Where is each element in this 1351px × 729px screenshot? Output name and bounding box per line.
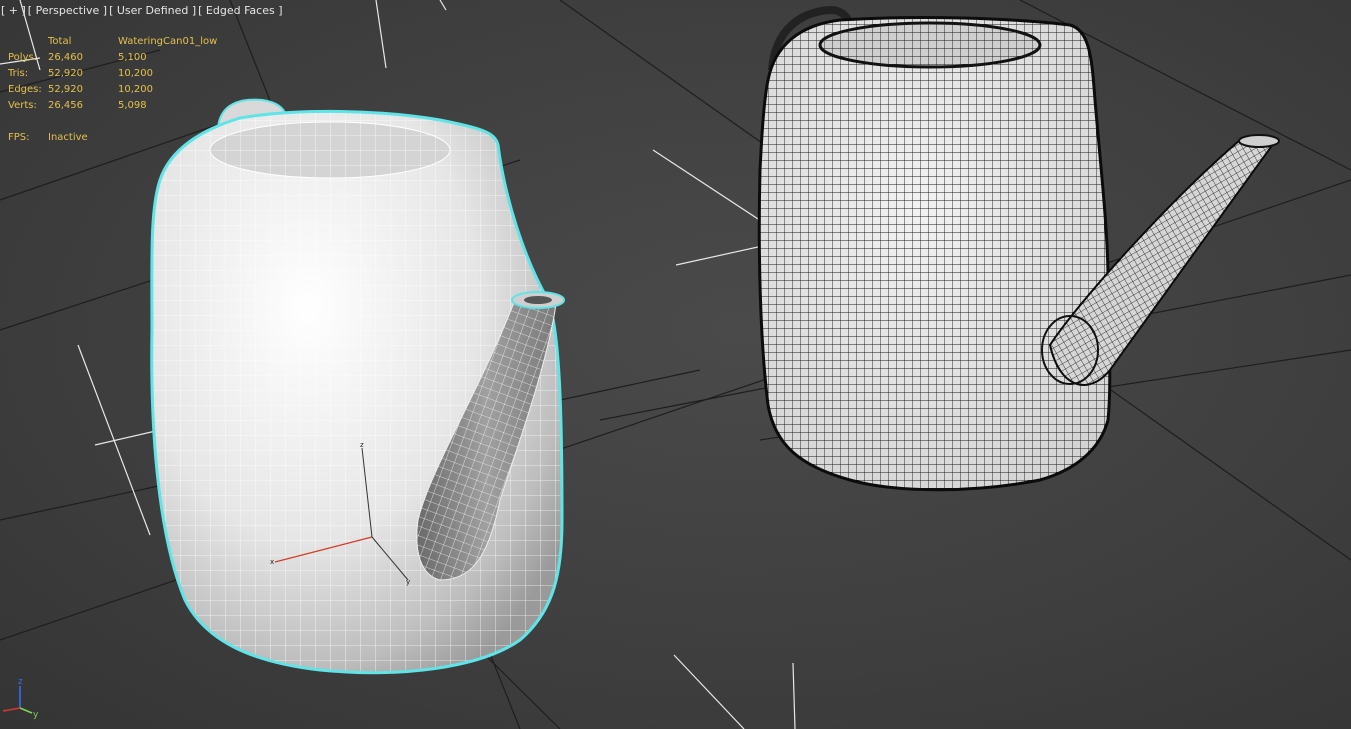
stats-total: 52,920 — [48, 68, 83, 79]
watering-can-right[interactable] — [740, 0, 1280, 520]
pivot-x-label: x — [270, 558, 274, 566]
viewport-shading-menu[interactable]: [ Edged Faces ] — [197, 4, 283, 17]
stats-label: Tris: — [8, 68, 29, 79]
stats-header-row: Total WateringCan01_low — [8, 34, 228, 50]
world-z-label: z — [18, 677, 23, 687]
stats-label: Polys: — [8, 52, 38, 63]
pivot-z-label: z — [360, 441, 364, 449]
stats-header-total: Total — [48, 36, 72, 47]
stats-label: Edges: — [8, 84, 42, 95]
perspective-viewport[interactable]: x z y z y [ + ] [ Perspective ] [ User D… — [0, 0, 1351, 729]
stats-row-fps: FPS: Inactive — [8, 130, 228, 146]
fps-value: Inactive — [48, 132, 88, 143]
viewport-point-of-view-menu[interactable]: [ Perspective ] — [27, 4, 108, 17]
viewport-statistics: Total WateringCan01_low Polys: 26,460 5,… — [8, 34, 228, 146]
stats-label: Verts: — [8, 100, 37, 111]
watering-can-left-selected[interactable]: x z y — [140, 98, 580, 690]
stats-object: 10,200 — [118, 84, 153, 95]
stats-object: 5,098 — [118, 100, 147, 111]
stats-row-verts: Verts: 26,456 5,098 — [8, 98, 228, 114]
viewport-camera-menu[interactable]: [ User Defined ] — [108, 4, 197, 17]
viewport-label-bar: [ + ] [ Perspective ] [ User Defined ] [… — [0, 2, 283, 18]
pivot-y-label: y — [406, 578, 410, 586]
stats-object: 10,200 — [118, 68, 153, 79]
stats-total: 26,456 — [48, 100, 83, 111]
world-axis-tripod: z y — [2, 677, 39, 720]
fps-label: FPS: — [8, 132, 30, 143]
stats-total: 52,920 — [48, 84, 83, 95]
stats-total: 26,460 — [48, 52, 83, 63]
stats-row-polys: Polys: 26,460 5,100 — [8, 50, 228, 66]
stats-header-object: WateringCan01_low — [118, 36, 218, 47]
world-y-label: y — [33, 710, 39, 720]
stats-row-edges: Edges: 52,920 10,200 — [8, 82, 228, 98]
viewport-general-menu[interactable]: [ + ] — [0, 4, 27, 17]
stats-object: 5,100 — [118, 52, 147, 63]
stats-row-tris: Tris: 52,920 10,200 — [8, 66, 228, 82]
